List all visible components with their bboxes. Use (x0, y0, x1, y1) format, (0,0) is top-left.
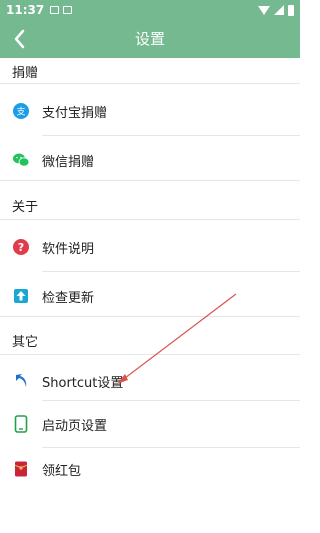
check-update-label: 检查更新 (42, 291, 95, 306)
alipay-icon: 支 (13, 103, 29, 119)
svg-text:支: 支 (16, 106, 25, 118)
wifi-icon (258, 5, 270, 15)
shortcut-settings-label: Shortcut设置 (42, 376, 124, 391)
donate-alipay-label: 支付宝捐赠 (42, 106, 108, 121)
settings-list: 捐赠 支 支付宝捐赠 微信捐赠 关于 ? 软件说明 检查更新 其它 Shortc… (0, 58, 300, 533)
page-title: 设置 (134, 30, 165, 48)
signal-icon (274, 5, 284, 15)
red-envelope-item[interactable]: 领红包 (0, 445, 300, 493)
update-icon (14, 289, 28, 303)
splash-settings-item[interactable]: 启动页设置 (0, 400, 300, 448)
wechat-icon (13, 153, 30, 167)
divider (0, 180, 300, 181)
app-help-item[interactable]: ? 软件说明 (0, 223, 300, 271)
shortcut-arrow-icon (16, 374, 27, 387)
shortcut-settings-item[interactable]: Shortcut设置 (0, 357, 300, 405)
red-envelope-icon (14, 461, 28, 477)
battery-icon (288, 4, 294, 16)
help-icon: ? (13, 239, 29, 255)
status-time: 11:37 (6, 3, 45, 17)
divider (0, 354, 300, 355)
section-header-other: 其它 (12, 335, 39, 350)
red-envelope-label: 领红包 (42, 464, 82, 479)
image-icon (63, 6, 73, 14)
donate-wechat-item[interactable]: 微信捐赠 (0, 136, 300, 184)
notification-icon (50, 6, 60, 14)
app-bar: 设置 (0, 20, 300, 58)
splash-settings-label: 启动页设置 (42, 419, 108, 434)
divider (0, 316, 300, 317)
svg-text:?: ? (18, 241, 24, 254)
donate-alipay-item[interactable]: 支 支付宝捐赠 (0, 87, 300, 135)
section-header-about: 关于 (12, 200, 39, 215)
donate-wechat-label: 微信捐赠 (42, 155, 95, 170)
divider (0, 219, 300, 220)
app-help-label: 软件说明 (42, 242, 95, 257)
divider (0, 83, 300, 84)
section-header-donate: 捐赠 (12, 66, 39, 81)
check-update-item[interactable]: 检查更新 (0, 272, 300, 320)
status-bar: 11:37 (0, 0, 300, 20)
phone-icon (14, 415, 28, 433)
